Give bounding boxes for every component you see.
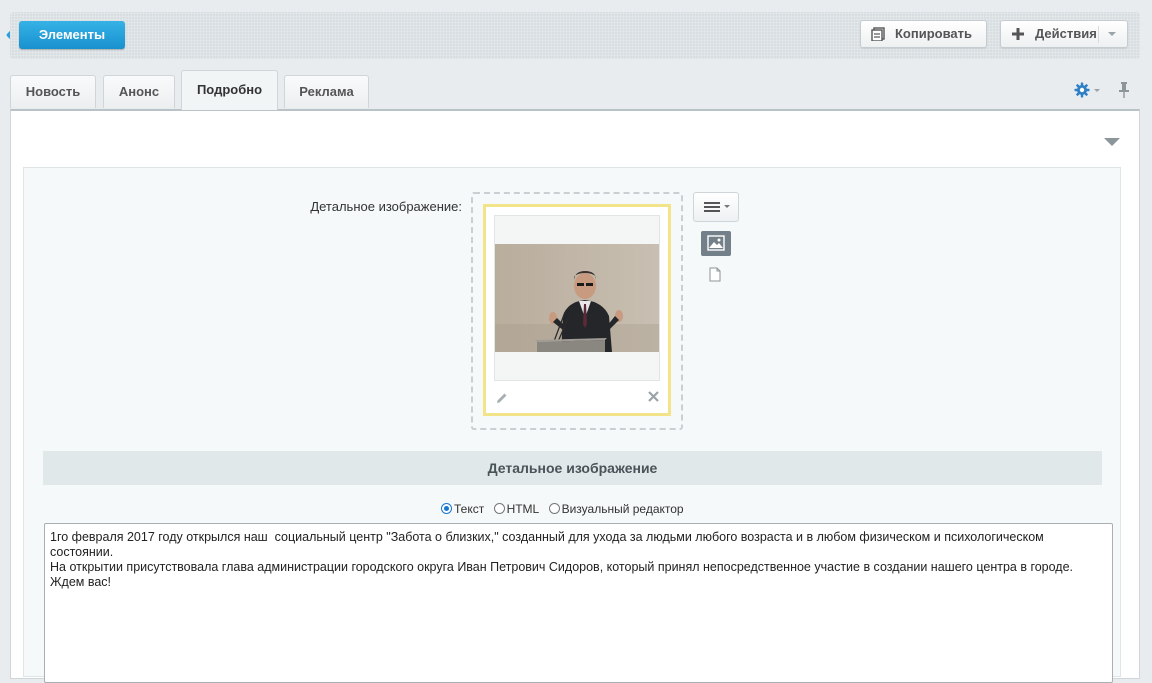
radio-html[interactable]	[493, 503, 505, 514]
hamburger-icon	[704, 202, 730, 212]
mode-visual-label: Визуальный редактор	[561, 502, 684, 516]
tab-announce[interactable]: Анонс	[103, 75, 175, 108]
close-icon[interactable]	[647, 390, 660, 403]
copy-button[interactable]: Копировать	[860, 20, 987, 48]
plus-icon	[1012, 28, 1024, 40]
gear-icon[interactable]	[1074, 82, 1102, 98]
radio-text[interactable]	[441, 503, 452, 514]
mode-html-label: HTML	[506, 502, 540, 516]
section-title: Детальное изображение	[43, 451, 1102, 485]
detail-text-area[interactable]: 1го февраля 2017 году открылся наш социа…	[44, 523, 1113, 683]
copy-icon	[871, 27, 885, 41]
actions-separator	[1098, 26, 1099, 43]
image-mode-button[interactable]	[701, 231, 731, 256]
tab-news[interactable]: Новость	[10, 75, 96, 108]
file-icon[interactable]	[709, 267, 721, 282]
speaker-photo	[495, 244, 659, 352]
elements-back-button[interactable]: Элементы	[19, 21, 125, 49]
tab-details[interactable]: Подробно	[181, 70, 278, 110]
pin-icon[interactable]	[1117, 81, 1131, 99]
radio-visual[interactable]	[548, 503, 560, 514]
copy-button-label: Копировать	[895, 26, 973, 41]
actions-button-label: Действия	[1035, 26, 1097, 41]
detail-image-label: Детальное изображение:	[310, 199, 462, 214]
mode-text-option[interactable]: Текст	[441, 502, 484, 516]
image-menu-button[interactable]	[693, 192, 739, 222]
mode-text-label: Текст	[454, 502, 485, 516]
pencil-icon[interactable]	[495, 391, 509, 405]
chevron-down-icon	[1108, 32, 1116, 36]
tab-advertising[interactable]: Реклама	[284, 75, 369, 108]
actions-dropdown-button[interactable]: Действия	[1000, 20, 1128, 48]
mode-visual-option[interactable]: Визуальный редактор	[548, 502, 684, 516]
image-thumbnail[interactable]	[494, 215, 660, 381]
editor-mode-selector: Текст HTML Визуальный редактор	[441, 502, 690, 516]
image-icon	[707, 235, 725, 251]
mode-html-option[interactable]: HTML	[493, 502, 540, 516]
collapse-toggle-icon[interactable]	[1104, 138, 1120, 146]
